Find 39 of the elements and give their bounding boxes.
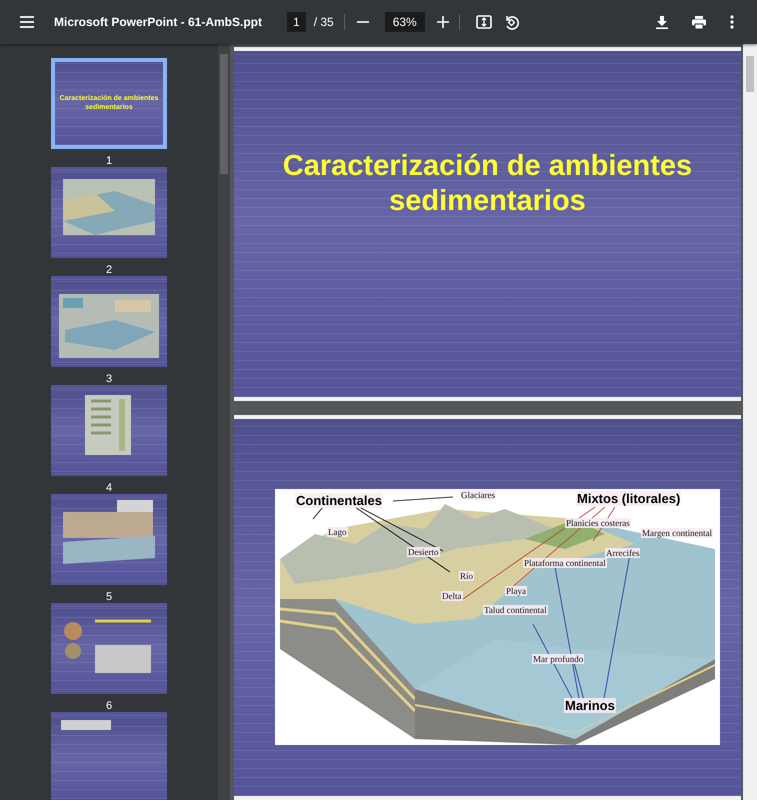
- zoom-field[interactable]: 63%: [384, 12, 425, 32]
- scrollbar-thumb[interactable]: [746, 56, 754, 92]
- diagram-label: Planicies costeras: [565, 518, 631, 528]
- fit-page-icon[interactable]: [476, 15, 492, 29]
- slide-title: Caracterización de ambientes sedimentarios: [282, 149, 694, 219]
- slide-thumbnail[interactable]: [51, 712, 167, 800]
- diagram-label: Glaciares: [460, 490, 496, 500]
- diagram-label: Desierto: [407, 546, 440, 557]
- diagram-label: Talud continental: [483, 604, 548, 615]
- leader-line: [312, 506, 324, 520]
- diagram-label: Delta: [441, 590, 462, 601]
- diagram-label: Arrecifes: [605, 548, 640, 558]
- download-icon[interactable]: [656, 16, 668, 28]
- diagram-heading: Mixtos (litorales): [576, 490, 682, 506]
- page-count: / 35: [314, 15, 334, 29]
- rotate-icon[interactable]: [504, 14, 519, 30]
- page-number-field[interactable]: 1: [287, 12, 306, 32]
- diagram-heading: Marinos: [564, 698, 616, 713]
- scrollbar-thumb[interactable]: [220, 54, 228, 174]
- slide-preview-drawing: [61, 720, 111, 730]
- zoom-in-icon[interactable]: [436, 16, 449, 28]
- diagram-label: Lago: [327, 526, 348, 537]
- page-label: 3: [106, 373, 112, 385]
- diagram-label: Margen continental: [641, 528, 714, 538]
- document-title: Microsoft PowerPoint - 61-AmbS.ppt: [54, 14, 264, 30]
- page-label: 5: [106, 591, 112, 603]
- menu-icon[interactable]: [20, 16, 34, 28]
- leader-line: [392, 496, 454, 502]
- diagram-label: Río: [459, 570, 474, 581]
- page-label: 4: [106, 482, 112, 494]
- page-label: 2: [106, 264, 112, 276]
- diagram-label: Mar profundo: [532, 654, 584, 664]
- page-label: 6: [106, 700, 112, 712]
- page-label: 1: [106, 155, 112, 167]
- diagram-label: Plataforma continental: [523, 558, 607, 568]
- diagram-label: Playa: [505, 586, 527, 596]
- print-icon[interactable]: [692, 16, 706, 28]
- diagram-heading: Continentales: [295, 492, 383, 508]
- more-options-icon[interactable]: [730, 15, 734, 29]
